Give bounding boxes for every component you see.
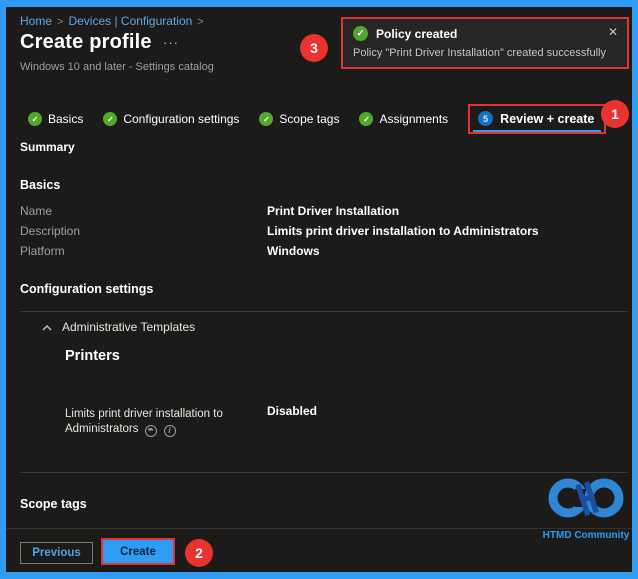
close-icon[interactable]: ✕ bbox=[608, 25, 618, 39]
tab-review-create[interactable]: 5 Review + create bbox=[468, 104, 607, 134]
divider bbox=[20, 472, 628, 473]
footer-divider bbox=[6, 528, 632, 529]
annotation-badge-2: 2 bbox=[185, 539, 213, 567]
success-check-icon: ✓ bbox=[353, 26, 368, 41]
policy-created-toast: ✓ Policy created ✕ Policy "Print Driver … bbox=[341, 17, 629, 69]
tab-basics[interactable]: ✓ Basics bbox=[28, 112, 83, 126]
scope-tags-heading: Scope tags bbox=[20, 497, 87, 511]
breadcrumb: Home > Devices | Configuration > bbox=[20, 14, 209, 28]
breadcrumb-devices-configuration-link[interactable]: Devices | Configuration bbox=[68, 14, 192, 28]
check-icon: ✓ bbox=[28, 112, 42, 126]
htmd-logo-icon bbox=[548, 478, 624, 518]
chevron-up-icon[interactable] bbox=[42, 323, 52, 331]
annotation-badge-3: 3 bbox=[300, 34, 328, 62]
active-tab-underline bbox=[473, 130, 602, 132]
page-title: Create profile bbox=[20, 31, 152, 53]
administrative-templates-group: Administrative Templates bbox=[42, 320, 195, 334]
step-number-icon: 5 bbox=[478, 111, 494, 126]
window-frame: Home > Devices | Configuration > Create pro… bbox=[0, 0, 638, 579]
htmd-logo-text: HTMD Community bbox=[542, 530, 630, 541]
htmd-community-logo: HTMD Community bbox=[542, 475, 630, 541]
field-row-platform: Platform Windows bbox=[20, 244, 320, 258]
portal-screen: Home > Devices | Configuration > Create pro… bbox=[6, 7, 632, 572]
setting-value: Disabled bbox=[267, 404, 318, 418]
configuration-settings-heading: Configuration settings bbox=[20, 282, 154, 296]
group-label: Administrative Templates bbox=[62, 320, 196, 334]
toast-title: Policy created bbox=[376, 26, 458, 41]
tab-label: Assignments bbox=[379, 112, 449, 126]
tab-scope-tags[interactable]: ✓ Scope tags bbox=[259, 112, 339, 126]
toast-message: Policy "Print Driver Installation" creat… bbox=[353, 47, 606, 59]
breadcrumb-separator: > bbox=[197, 16, 204, 28]
previous-button[interactable]: Previous bbox=[20, 542, 93, 564]
field-value: Windows bbox=[267, 244, 320, 258]
breadcrumb-home-link[interactable]: Home bbox=[20, 14, 52, 28]
divider bbox=[20, 311, 628, 312]
basics-heading: Basics bbox=[20, 178, 61, 192]
tab-assignments[interactable]: ✓ Assignments bbox=[359, 112, 448, 126]
create-button-annotation-box: Create bbox=[101, 538, 175, 565]
field-value: Print Driver Installation bbox=[267, 204, 400, 218]
tab-label: Scope tags bbox=[279, 112, 340, 126]
annotation-badge-1: 1 bbox=[601, 100, 629, 128]
summary-heading: Summary bbox=[20, 140, 75, 154]
field-label: Name bbox=[20, 204, 53, 218]
field-label: Description bbox=[20, 224, 81, 238]
create-button[interactable]: Create bbox=[103, 540, 173, 563]
page-subtitle: Windows 10 and later - Settings catalog bbox=[20, 61, 214, 73]
check-icon: ✓ bbox=[103, 112, 118, 126]
tab-label: Review + create bbox=[500, 111, 595, 126]
check-icon: ✓ bbox=[359, 112, 374, 126]
check-icon: ✓ bbox=[259, 112, 274, 126]
info-icon[interactable]: i bbox=[163, 424, 176, 437]
printers-category-heading: Printers bbox=[65, 348, 120, 364]
more-options-icon[interactable]: ··· bbox=[163, 35, 179, 50]
policy-scope-icon bbox=[144, 424, 157, 437]
field-value: Limits print driver installation to Admi… bbox=[267, 224, 539, 238]
wizard-tabbar: ✓ Basics ✓ Configuration settings ✓ Scop… bbox=[28, 104, 607, 134]
tab-configuration-settings[interactable]: ✓ Configuration settings bbox=[103, 112, 239, 126]
breadcrumb-separator: > bbox=[57, 16, 64, 28]
field-row-description: Description Limits print driver installa… bbox=[20, 224, 539, 238]
tab-label: Configuration settings bbox=[123, 112, 240, 126]
setting-label: Limits print driver installation to Admi… bbox=[65, 408, 223, 437]
field-row-name: Name Print Driver Installation bbox=[20, 204, 399, 218]
tab-label: Basics bbox=[48, 112, 84, 126]
field-label: Platform bbox=[20, 244, 65, 258]
